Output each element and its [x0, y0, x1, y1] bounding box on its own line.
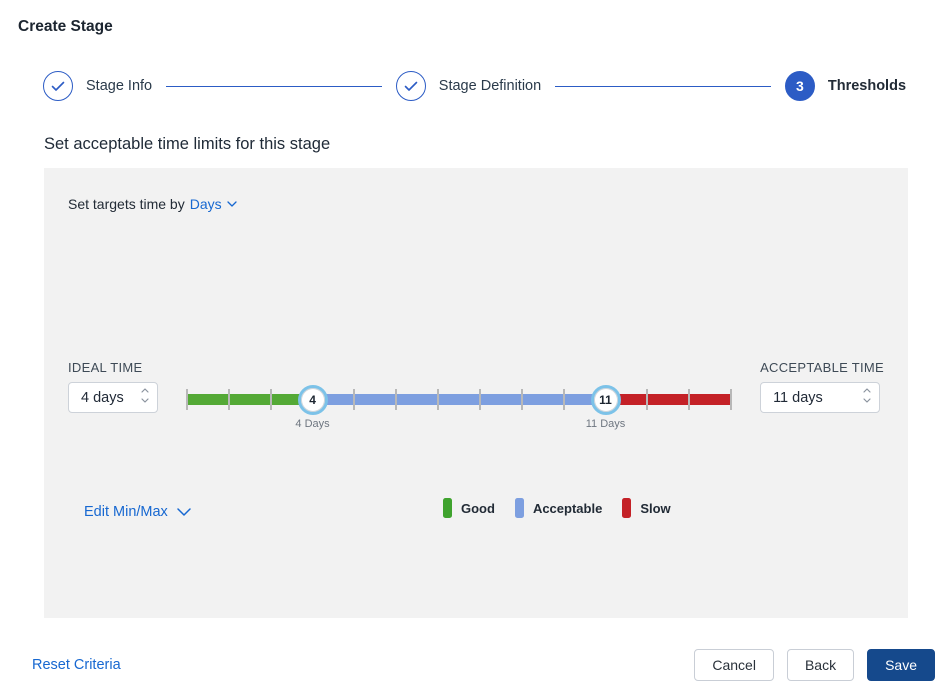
slow-swatch — [622, 498, 631, 518]
acceptable-time-label: ACCEPTABLE TIME — [760, 360, 884, 375]
check-circle-icon — [43, 71, 73, 101]
edit-minmax-toggle[interactable]: Edit Min/Max — [84, 504, 191, 520]
cancel-button[interactable]: Cancel — [694, 649, 774, 681]
ideal-handle-value-label: 4 Days — [295, 418, 329, 430]
legend-label: Slow — [640, 501, 670, 516]
acceptable-swatch — [515, 498, 524, 518]
acceptable-handle[interactable]: 11 — [591, 385, 621, 415]
spinner-up-icon[interactable] — [862, 387, 872, 394]
slider-tick — [437, 389, 439, 410]
segment-good — [187, 394, 313, 405]
step-stage-definition[interactable]: Stage Definition — [396, 71, 541, 101]
slider-tick — [270, 389, 272, 410]
spinner-up-icon[interactable] — [140, 387, 150, 394]
slider-tick — [395, 389, 397, 410]
ideal-time-label: IDEAL TIME — [68, 360, 158, 375]
slider-tick — [688, 389, 690, 410]
slider-tick — [521, 389, 523, 410]
good-swatch — [443, 498, 452, 518]
section-heading: Set acceptable time limits for this stag… — [44, 135, 948, 154]
thresholds-panel: Set targets time by Days IDEAL TIME — [44, 168, 908, 618]
footer-buttons: Cancel Back Save — [694, 649, 935, 681]
slider-row: IDEAL TIME 4 4 Days 11 11 Days — [44, 360, 908, 430]
step-thresholds[interactable]: 3 Thresholds — [785, 71, 906, 101]
step-label-stage-definition: Stage Definition — [439, 78, 541, 94]
chevron-down-icon — [177, 508, 191, 516]
unit-dropdown-value: Days — [190, 196, 222, 212]
legend-label: Good — [461, 501, 495, 516]
slider-tick — [646, 389, 648, 410]
slider-tick — [228, 389, 230, 410]
step-number-circle: 3 — [785, 71, 815, 101]
unit-dropdown[interactable]: Days — [190, 196, 237, 212]
step-label-stage-info: Stage Info — [86, 78, 152, 94]
stepper: Stage Info Stage Definition 3 Thresholds — [43, 71, 906, 101]
slider-tick — [353, 389, 355, 410]
legend-item-acceptable: Acceptable — [515, 498, 602, 518]
stepper-connector — [555, 86, 771, 87]
page-title: Create Stage — [0, 0, 948, 36]
spinner-down-icon[interactable] — [140, 397, 150, 404]
step-label-thresholds: Thresholds — [828, 78, 906, 94]
target-time-row: Set targets time by Days — [44, 168, 908, 212]
check-icon — [404, 81, 418, 92]
acceptable-handle-value-label: 11 Days — [586, 418, 626, 430]
threshold-legend: Good Acceptable Slow — [443, 498, 671, 518]
slider-track[interactable]: 44 Days1111 Days — [187, 394, 731, 405]
check-circle-icon — [396, 71, 426, 101]
slider-tick — [479, 389, 481, 410]
segment-slow — [606, 394, 732, 405]
ideal-time-group: IDEAL TIME — [68, 360, 158, 413]
acceptable-time-input-wrap — [760, 382, 880, 413]
legend-label: Acceptable — [533, 501, 602, 516]
acceptable-time-group: ACCEPTABLE TIME — [760, 360, 884, 413]
check-icon — [51, 81, 65, 92]
slider-track-wrap: 4 4 Days 11 11 Days — [187, 360, 731, 430]
back-button[interactable]: Back — [787, 649, 854, 681]
footer: Reset Criteria Cancel Back Save — [32, 649, 935, 681]
spinner-down-icon[interactable] — [862, 397, 872, 404]
edit-minmax-label: Edit Min/Max — [84, 504, 168, 520]
slider-tick — [563, 389, 565, 410]
slider-tick — [186, 389, 188, 410]
reset-criteria-link[interactable]: Reset Criteria — [32, 657, 121, 673]
create-stage-page: Create Stage Stage Info Stage Definition… — [0, 0, 948, 695]
save-button[interactable]: Save — [867, 649, 935, 681]
ideal-handle[interactable]: 4 — [298, 385, 328, 415]
ideal-time-spinners — [140, 387, 150, 404]
acceptable-time-spinners — [862, 387, 872, 404]
step-stage-info[interactable]: Stage Info — [43, 71, 152, 101]
legend-item-slow: Slow — [622, 498, 670, 518]
target-time-prefix: Set targets time by — [68, 196, 185, 212]
stepper-connector — [166, 86, 382, 87]
ideal-time-input-wrap — [68, 382, 158, 413]
chevron-down-icon — [227, 201, 237, 207]
segment-acceptable — [313, 394, 606, 405]
slider-tick — [730, 389, 732, 410]
legend-item-good: Good — [443, 498, 495, 518]
